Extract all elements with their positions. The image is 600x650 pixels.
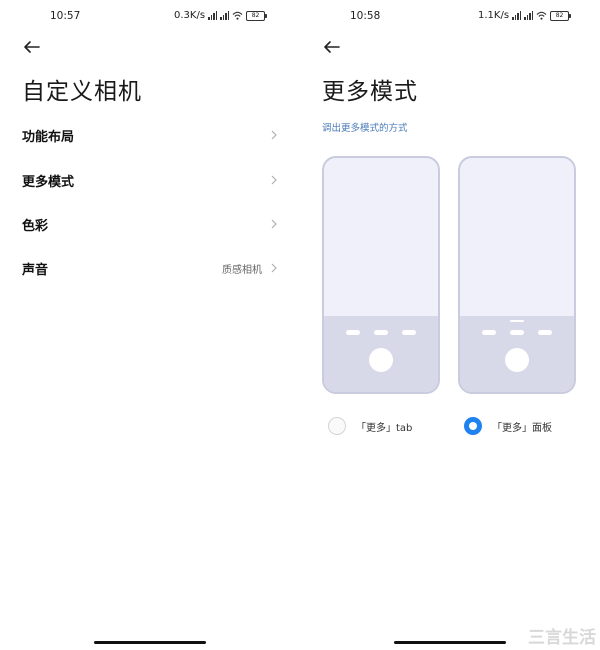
section-subtitle: 调出更多模式的方式 (322, 123, 408, 134)
page-title: 更多模式 (322, 79, 418, 105)
option-label: 「更多」面板 (492, 422, 552, 434)
battery-icon: 82 (550, 10, 572, 21)
menu-item-more-modes[interactable]: 更多模式 (22, 168, 278, 192)
option-label: 「更多」tab (356, 422, 413, 434)
home-indicator[interactable] (94, 641, 206, 644)
status-bar: 10:58 1.1K/s 82 (300, 9, 600, 25)
chevron-right-icon (271, 219, 277, 229)
mode-pill (374, 330, 388, 335)
preview-more-panel[interactable] (458, 156, 576, 394)
menu-item-label: 声音 (22, 262, 49, 278)
menu-item-value: 质感相机 (222, 264, 262, 276)
status-bar: 10:57 0.3K/s 82 (0, 9, 300, 25)
chevron-right-icon (271, 175, 277, 185)
wifi-icon (536, 11, 547, 20)
radio-unselected[interactable] (328, 417, 346, 435)
more-modes-screen: 10:58 1.1K/s 82 更多模式 调出更多模式的方式 「更多」tab 「… (300, 0, 600, 650)
shutter-button-preview (505, 348, 529, 372)
mode-pill (482, 330, 496, 335)
menu-item-label: 更多模式 (22, 174, 75, 190)
menu-item-label: 色彩 (22, 218, 49, 234)
status-meta: 0.3K/s 82 (174, 10, 268, 21)
mode-pill (346, 330, 360, 335)
chevron-right-icon (271, 263, 277, 273)
preview-more-tab[interactable] (322, 156, 440, 394)
preview-bottom-panel (324, 316, 438, 392)
option-more-panel[interactable]: 「更多」面板 (464, 417, 552, 435)
status-time: 10:58 (350, 10, 381, 22)
menu-item-label: 功能布局 (22, 129, 75, 145)
radio-selected[interactable] (464, 417, 482, 435)
option-more-tab[interactable]: 「更多」tab (328, 417, 412, 435)
mode-pill (510, 330, 524, 335)
panel-handle (510, 320, 524, 322)
wifi-icon (232, 11, 243, 20)
watermark-logo: 三言生活 (528, 628, 596, 648)
network-speed: 0.3K/s (174, 10, 206, 21)
mode-pill (538, 330, 552, 335)
home-indicator[interactable] (394, 641, 506, 644)
signal-icon (220, 11, 230, 20)
signal-icon (524, 11, 534, 20)
page-title: 自定义相机 (22, 79, 142, 105)
menu-item-color[interactable]: 色彩 (22, 212, 278, 236)
mode-pill (402, 330, 416, 335)
preview-bottom-panel (460, 316, 574, 392)
custom-camera-screen: 10:57 0.3K/s 82 自定义相机 功能布局 更多模式 色彩 声音 质感… (0, 0, 300, 650)
status-time: 10:57 (50, 10, 81, 22)
signal-icon (208, 11, 218, 20)
arrow-left-icon[interactable] (322, 37, 342, 57)
network-speed: 1.1K/s (478, 10, 510, 21)
signal-icon (512, 11, 522, 20)
shutter-button-preview (369, 348, 393, 372)
menu-item-function-layout[interactable]: 功能布局 (22, 123, 278, 147)
status-meta: 1.1K/s 82 (478, 10, 572, 21)
arrow-left-icon[interactable] (22, 37, 42, 57)
chevron-right-icon (271, 130, 277, 140)
menu-item-sound[interactable]: 声音 质感相机 (22, 256, 278, 280)
battery-icon: 82 (246, 10, 268, 21)
